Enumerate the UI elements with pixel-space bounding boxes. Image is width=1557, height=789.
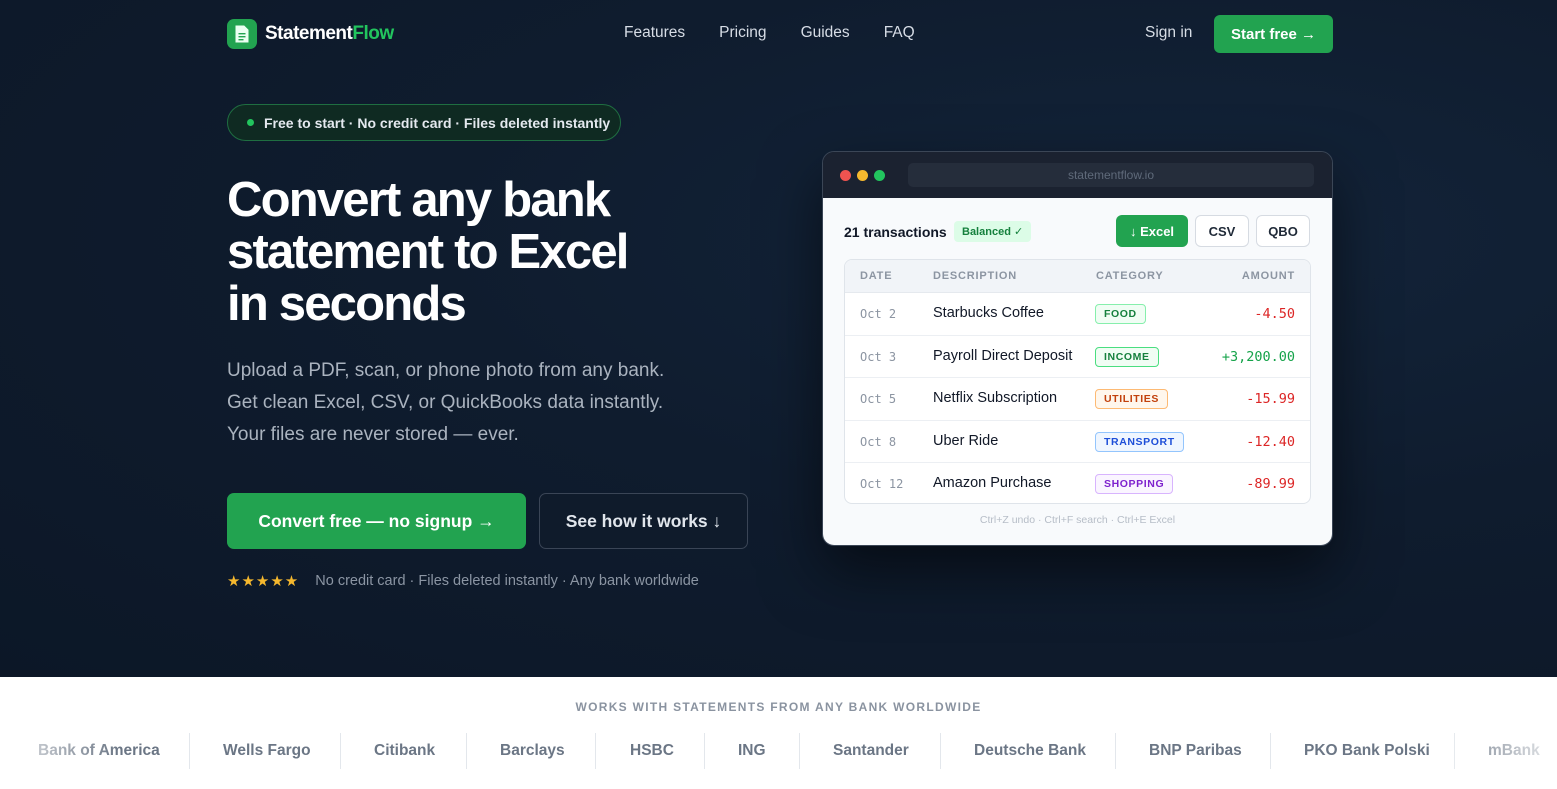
app-content: 21 transactions Balanced ✓ ↓ Excel CSV Q… — [823, 198, 1332, 545]
table-row[interactable]: Oct 12 Amazon Purchase SHOPPING -89.99 — [845, 463, 1310, 503]
row-amount: -15.99 — [1246, 391, 1295, 408]
hero-section: StatementFlow Features Pricing Guides FA… — [0, 0, 1557, 677]
row-amount: -12.40 — [1246, 433, 1295, 450]
app-preview-window: statementflow.io 21 transactions Balance… — [822, 151, 1333, 546]
divider — [466, 733, 467, 769]
keyboard-shortcuts-hint: Ctrl+Z undo · Ctrl+F search · Ctrl+E Exc… — [979, 514, 1176, 526]
see-how-it-works-button[interactable]: See how it works ↓ — [539, 493, 748, 549]
subtitle-line: Upload a PDF, scan, or phone photo from … — [227, 360, 665, 381]
category-badge: SHOPPING — [1095, 474, 1174, 495]
table-row[interactable]: Oct 5 Netflix Subscription UTILITIES -15… — [845, 378, 1310, 421]
convert-free-button[interactable]: Convert free — no signup → — [227, 493, 526, 549]
category-badge: UTILITIES — [1095, 389, 1168, 410]
export-qbo-button[interactable]: QBO — [1256, 215, 1310, 247]
category-badge: TRANSPORT — [1095, 431, 1184, 452]
feature-badge: Free to start · No credit card · Files d… — [227, 104, 621, 141]
bank-name: HSBC — [630, 742, 674, 759]
rating-stars-icon: ★★★★★ — [227, 573, 300, 590]
brand-logo[interactable]: StatementFlow — [227, 19, 394, 49]
row-date: Oct 12 — [860, 477, 904, 492]
row-amount: +3,200.00 — [1221, 348, 1295, 365]
nav-link-pricing[interactable]: Pricing — [719, 24, 766, 42]
bank-name: Deutsche Bank — [974, 742, 1086, 759]
column-header-category: CATEGORY — [1096, 270, 1164, 282]
transactions-table: DATE DESCRIPTION CATEGORY AMOUNT Oct 2 S… — [844, 259, 1311, 504]
trust-row: ★★★★★ No credit card · Files deleted ins… — [227, 572, 699, 590]
minimize-dot-icon — [857, 169, 868, 181]
divider — [1115, 733, 1116, 769]
divider — [189, 733, 190, 769]
row-description: Payroll Direct Deposit — [933, 347, 1073, 364]
headline-line: statement to Excel — [227, 225, 629, 279]
divider — [595, 733, 596, 769]
hero-subtitle: Upload a PDF, scan, or phone photo from … — [227, 355, 747, 451]
row-description: Netflix Subscription — [933, 390, 1058, 407]
column-header-description: DESCRIPTION — [933, 270, 1017, 282]
divider — [1270, 733, 1271, 769]
row-description: Starbucks Coffee — [933, 305, 1044, 321]
nav-link-features[interactable]: Features — [624, 24, 685, 42]
bank-name: Santander — [833, 742, 909, 759]
maximize-dot-icon — [874, 169, 885, 181]
bank-name: ING — [738, 742, 766, 759]
table-row[interactable]: Oct 2 Starbucks Coffee FOOD -4.50 — [845, 293, 1310, 336]
document-icon — [227, 19, 257, 49]
export-csv-button[interactable]: CSV — [1195, 215, 1249, 247]
banks-section-title: WORKS WITH STATEMENTS FROM ANY BANK WORL… — [575, 700, 982, 714]
subtitle-line: Your files are never stored — ever. — [227, 424, 519, 445]
export-excel-button[interactable]: ↓ Excel — [1116, 215, 1188, 247]
start-free-button[interactable]: Start free → — [1214, 15, 1333, 53]
feature-badge-text: Free to start · No credit card · Files d… — [264, 114, 611, 131]
column-header-date: DATE — [860, 270, 893, 282]
row-description: Uber Ride — [933, 432, 999, 449]
trust-text: No credit card · Files deleted instantly… — [315, 573, 699, 589]
close-dot-icon — [840, 169, 851, 181]
balanced-badge: Balanced ✓ — [954, 221, 1032, 242]
divider — [799, 733, 800, 769]
category-badge: FOOD — [1095, 304, 1146, 324]
bank-name: PKO Bank Polski — [1304, 742, 1430, 759]
bank-logo-strip: Bank of America Wells Fargo Citibank Bar… — [0, 733, 1557, 769]
table-row[interactable]: Oct 3 Payroll Direct Deposit INCOME +3,2… — [845, 336, 1310, 379]
divider — [704, 733, 705, 769]
nav-link-guides[interactable]: Guides — [801, 24, 850, 42]
transaction-count: 21 transactions — [844, 224, 947, 240]
strip-fade-right — [1437, 733, 1557, 773]
headline-line: Convert any bank — [227, 173, 611, 227]
row-amount: -89.99 — [1246, 476, 1295, 493]
subtitle-line: Get clean Excel, CSV, or QuickBooks data… — [227, 392, 664, 413]
url-bar: statementflow.io — [908, 163, 1314, 187]
bank-name: Citibank — [374, 742, 436, 759]
row-date: Oct 3 — [860, 349, 897, 364]
table-header: DATE DESCRIPTION CATEGORY AMOUNT — [845, 260, 1310, 293]
divider — [940, 733, 941, 769]
row-date: Oct 5 — [860, 392, 897, 407]
row-amount: -4.50 — [1254, 306, 1295, 322]
column-header-amount: AMOUNT — [1241, 270, 1295, 282]
row-date: Oct 2 — [860, 307, 897, 321]
strip-fade-left — [0, 733, 120, 773]
window-titlebar: statementflow.io — [823, 152, 1332, 198]
hero-headline: Convert any bank statement to Excel in s… — [227, 174, 747, 330]
bank-name: BNP Paribas — [1149, 742, 1242, 759]
headline-line: in seconds — [227, 277, 467, 331]
divider — [340, 733, 341, 769]
row-description: Amazon Purchase — [933, 475, 1052, 492]
bank-name: Barclays — [500, 742, 565, 759]
status-dot-icon — [247, 119, 254, 126]
nav-link-faq[interactable]: FAQ — [884, 24, 915, 42]
row-date: Oct 8 — [860, 434, 897, 449]
sign-in-link[interactable]: Sign in — [1145, 24, 1192, 42]
table-row[interactable]: Oct 8 Uber Ride TRANSPORT -12.40 — [845, 421, 1310, 464]
brand-name: StatementFlow — [265, 23, 394, 44]
main-nav: Features Pricing Guides FAQ — [624, 24, 915, 42]
bank-name: Wells Fargo — [223, 742, 311, 759]
category-badge: INCOME — [1095, 346, 1159, 367]
